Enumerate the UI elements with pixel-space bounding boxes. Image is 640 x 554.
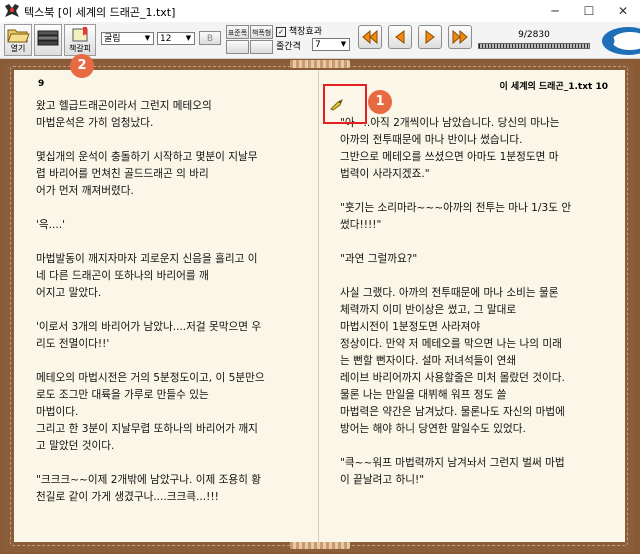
annotation-badge-1: 1	[368, 90, 392, 114]
layout-button-3[interactable]	[226, 40, 249, 54]
chevron-down-icon: ▼	[340, 40, 347, 48]
layout-button-4[interactable]	[250, 40, 273, 54]
folder-icon	[7, 29, 30, 43]
close-button[interactable]: ✕	[606, 0, 640, 22]
line-spacing-value: 7	[315, 40, 321, 50]
font-name-select[interactable]: 굴림 ▼	[101, 32, 154, 45]
right-arrow-icon	[425, 30, 435, 44]
bookmark-label: 책갈피	[68, 44, 92, 53]
font-name-value: 굴림	[104, 34, 121, 44]
title-bar: 텍스북 [이 세계의 드래곤_1.txt] ─ ☐ ✕	[0, 0, 640, 23]
open-button[interactable]: 열기	[4, 24, 32, 56]
left-page-number: 9	[38, 79, 45, 89]
right-page-header: 이 세계의 드래곤_1.txt 10	[499, 82, 608, 92]
double-right-arrow-icon	[452, 29, 468, 45]
books-icon	[37, 30, 59, 46]
chevron-down-icon: ▼	[185, 34, 192, 42]
left-page-text: 왔고 헬급드래곤이라서 그런지 메테오의 마법운석은 가히 엄청났다. 몇십개의…	[36, 100, 265, 503]
standard-width-button[interactable]: 표준폭	[226, 25, 249, 39]
spine-top	[290, 60, 350, 68]
chevron-down-icon: ▼	[144, 34, 151, 42]
line-spacing-select[interactable]: 7 ▼	[312, 38, 350, 51]
prev-page-button[interactable]	[388, 25, 412, 49]
line-spacing-label: 줄간격	[276, 42, 301, 52]
double-left-arrow-icon	[362, 29, 378, 45]
font-size-select[interactable]: 12 ▼	[157, 32, 195, 45]
bookmark-icon	[72, 27, 88, 42]
bold-button[interactable]: B	[199, 31, 221, 45]
books-button[interactable]	[34, 24, 62, 56]
font-size-value: 12	[160, 34, 172, 44]
last-page-button[interactable]	[448, 25, 472, 49]
app-icon	[5, 4, 19, 17]
annotation-badge-2: 2	[70, 54, 94, 78]
left-arrow-icon	[395, 30, 405, 44]
checkbox-checked-icon: ✓	[276, 26, 286, 37]
page-counter: 9/2830	[518, 30, 550, 40]
page-effect-label: 책장효과	[288, 27, 322, 37]
minimize-button[interactable]: ─	[538, 0, 572, 22]
maximize-button[interactable]: ☐	[572, 0, 606, 22]
book-width-button[interactable]: 책폭형	[250, 25, 273, 39]
spine-bottom	[290, 541, 350, 549]
page-effect-checkbox[interactable]: ✓ 책장효과	[276, 24, 322, 37]
next-page-button[interactable]	[418, 25, 442, 49]
window-title: 텍스북 [이 세계의 드래곤_1.txt]	[24, 6, 176, 19]
right-page-text: "아~..아직 2개씩이나 남았습니다. 당신의 마나는 아까의 전투때문에 마…	[340, 117, 572, 486]
open-label: 열기	[10, 44, 26, 53]
globe-icon[interactable]	[596, 26, 640, 56]
highlight-box	[323, 84, 367, 124]
first-page-button[interactable]	[358, 25, 382, 49]
reading-progress-bar[interactable]	[478, 43, 590, 49]
bookmark-button[interactable]: 책갈피	[64, 24, 96, 56]
